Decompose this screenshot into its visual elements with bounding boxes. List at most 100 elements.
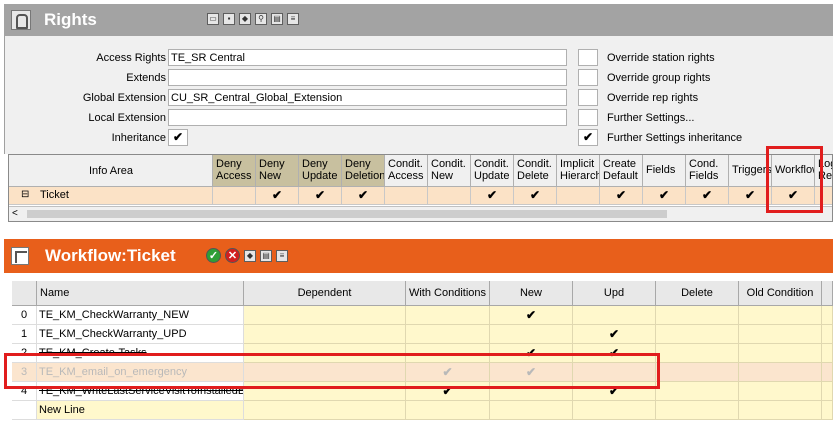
access-rights-field[interactable]: TE_SR Central xyxy=(168,49,567,66)
row-delete[interactable] xyxy=(656,325,739,344)
row-with-conditions[interactable] xyxy=(406,325,490,344)
global-extension-field[interactable]: CU_SR_Central_Global_Extension xyxy=(168,89,567,106)
row-new[interactable]: ✔ xyxy=(490,306,573,325)
row-old-condition[interactable] xyxy=(739,382,822,401)
col-dependent[interactable]: Dependent xyxy=(244,281,406,306)
col-condit-delete[interactable]: Condit. Delete xyxy=(514,155,557,187)
row-dependent[interactable] xyxy=(244,382,406,401)
row-upd[interactable]: ✔ xyxy=(573,344,656,363)
row-delete[interactable] xyxy=(656,363,739,382)
col-deny-access[interactable]: Deny Access xyxy=(213,155,256,187)
horizontal-scrollbar[interactable]: < xyxy=(9,206,832,221)
eraser-icon[interactable]: ◆ xyxy=(244,250,256,262)
row-delete[interactable] xyxy=(656,344,739,363)
row-new[interactable]: ✔ xyxy=(490,363,573,382)
local-extension-field[interactable] xyxy=(168,109,567,126)
override-group-checkbox[interactable] xyxy=(578,69,598,86)
row-new[interactable] xyxy=(490,325,573,344)
search-key-icon[interactable]: ⚲ xyxy=(255,13,267,25)
row-dependent[interactable] xyxy=(244,401,406,420)
row-new[interactable] xyxy=(490,382,573,401)
row-upd[interactable] xyxy=(573,306,656,325)
row-with-conditions[interactable] xyxy=(406,401,490,420)
col-with-conditions[interactable]: With Conditions xyxy=(406,281,490,306)
cell-condit-access[interactable] xyxy=(385,187,428,205)
row-with-conditions[interactable]: ✔ xyxy=(406,382,490,401)
ok-icon[interactable]: ✓ xyxy=(206,248,221,263)
row-dependent[interactable] xyxy=(244,344,406,363)
col-implicit-hierarch[interactable]: Implicit Hierarch xyxy=(557,155,600,187)
row-delete[interactable] xyxy=(656,382,739,401)
col-condit-access[interactable]: Condit. Access xyxy=(385,155,428,187)
row-dependent[interactable] xyxy=(244,325,406,344)
col-log-read[interactable]: LogRea xyxy=(815,155,832,187)
row-upd[interactable]: ✔ xyxy=(573,382,656,401)
row-old-condition[interactable] xyxy=(739,344,822,363)
tree-collapse-icon[interactable]: ⊟ xyxy=(21,187,29,203)
row-new[interactable]: ✔ xyxy=(490,344,573,363)
cell-deny-update[interactable]: ✔ xyxy=(299,187,342,205)
col-workflow[interactable]: Workflow xyxy=(772,155,815,187)
col-deny-new[interactable]: Deny New xyxy=(256,155,299,187)
cancel-icon[interactable]: ✕ xyxy=(225,248,240,263)
col-upd[interactable]: Upd xyxy=(573,281,656,306)
inheritance-checkbox[interactable]: ✔ xyxy=(168,129,188,146)
cell-deny-deletion[interactable]: ✔ xyxy=(342,187,385,205)
row-with-conditions[interactable]: ✔ xyxy=(406,363,490,382)
further-settings-label[interactable]: Further Settings... xyxy=(607,112,694,124)
col-condit-update[interactable]: Condit. Update xyxy=(471,155,514,187)
cell-condit-update[interactable]: ✔ xyxy=(471,187,514,205)
row-old-condition[interactable] xyxy=(739,401,822,420)
row-dependent[interactable] xyxy=(244,363,406,382)
print-icon[interactable]: ▤ xyxy=(260,250,272,262)
col-deny-update[interactable]: Deny Update xyxy=(299,155,342,187)
cell-condit-new[interactable] xyxy=(428,187,471,205)
cell-deny-new[interactable]: ✔ xyxy=(256,187,299,205)
new-line-cell[interactable]: New Line xyxy=(37,401,244,420)
cell-workflow[interactable]: ✔ xyxy=(772,187,815,205)
cell-implicit-hierarch[interactable] xyxy=(557,187,600,205)
col-cond-fields[interactable]: Cond. Fields xyxy=(686,155,729,187)
document-icon[interactable]: ≡ xyxy=(287,13,299,25)
cell-triggers[interactable]: ✔ xyxy=(729,187,772,205)
cell-create-default[interactable]: ✔ xyxy=(600,187,643,205)
col-deny-deletion[interactable]: Deny Deletion xyxy=(342,155,385,187)
col-fields[interactable]: Fields xyxy=(643,155,686,187)
row-delete[interactable] xyxy=(656,401,739,420)
scroll-left-icon[interactable]: < xyxy=(12,207,18,221)
print-icon[interactable]: ▤ xyxy=(271,13,283,25)
row-name[interactable]: TE_KM_email_on_emergency xyxy=(37,363,244,382)
row-old-condition[interactable] xyxy=(739,363,822,382)
scroll-thumb[interactable] xyxy=(27,210,667,218)
row-name[interactable]: TE_KM_Create-Tasks xyxy=(37,344,244,363)
col-new[interactable]: New xyxy=(490,281,573,306)
extends-field[interactable] xyxy=(168,69,567,86)
ticket-row-name[interactable]: ⊟ Ticket xyxy=(9,187,213,205)
row-name[interactable]: TE_KM_WriteLastServiceVisitToInstalledBa xyxy=(37,382,244,401)
col-create-default[interactable]: Create Default xyxy=(600,155,643,187)
row-upd[interactable] xyxy=(573,363,656,382)
further-settings-inheritance-checkbox[interactable]: ✔ xyxy=(578,129,598,146)
row-with-conditions[interactable] xyxy=(406,344,490,363)
cell-log-read[interactable] xyxy=(815,187,832,205)
folder-icon[interactable]: ▭ xyxy=(207,13,219,25)
row-delete[interactable] xyxy=(656,306,739,325)
row-new[interactable] xyxy=(490,401,573,420)
eraser-icon[interactable]: ◆ xyxy=(239,13,251,25)
col-condit-new[interactable]: Condit. New xyxy=(428,155,471,187)
document-icon[interactable]: ≡ xyxy=(276,250,288,262)
save-icon[interactable]: ▪ xyxy=(223,13,235,25)
further-settings-checkbox[interactable] xyxy=(578,109,598,126)
cell-condit-delete[interactable]: ✔ xyxy=(514,187,557,205)
cell-cond-fields[interactable]: ✔ xyxy=(686,187,729,205)
col-info-area[interactable]: Info Area xyxy=(9,155,213,187)
row-dependent[interactable] xyxy=(244,306,406,325)
col-delete[interactable]: Delete xyxy=(656,281,739,306)
cell-fields[interactable]: ✔ xyxy=(643,187,686,205)
row-name[interactable]: TE_KM_CheckWarranty_NEW xyxy=(37,306,244,325)
col-triggers[interactable]: Triggers xyxy=(729,155,772,187)
col-old-condition[interactable]: Old Condition xyxy=(739,281,822,306)
row-upd[interactable] xyxy=(573,401,656,420)
override-station-checkbox[interactable] xyxy=(578,49,598,66)
row-old-condition[interactable] xyxy=(739,325,822,344)
